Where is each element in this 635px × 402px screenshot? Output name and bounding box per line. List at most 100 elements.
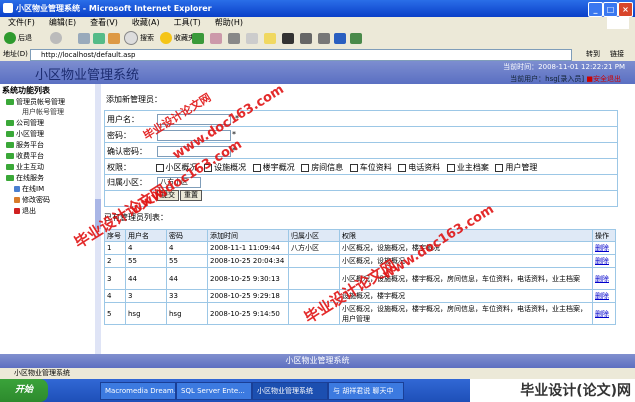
- perm-building[interactable]: 楼宇概况: [252, 163, 295, 172]
- address-input[interactable]: http://localhost/default.asp: [30, 49, 572, 61]
- checkbox[interactable]: [155, 163, 164, 172]
- print-icon[interactable]: [246, 33, 258, 44]
- key-icon: [14, 197, 20, 203]
- cell: 55: [166, 254, 208, 268]
- sidebar-item-service[interactable]: 服务平台: [6, 140, 44, 150]
- menu-edit[interactable]: 编辑(E): [49, 18, 76, 27]
- folder-icon: [6, 99, 14, 105]
- checkbox[interactable]: [495, 163, 504, 172]
- address-label: 地址(D): [3, 50, 28, 58]
- col-action: 操作: [592, 229, 616, 242]
- checkbox[interactable]: [398, 163, 407, 172]
- sidebar-item-exit[interactable]: 退出: [14, 206, 36, 216]
- folder-icon[interactable]: [264, 33, 276, 44]
- current-user: 当前用户：hsg[录入员] ■安全退出: [510, 74, 621, 84]
- current-time: 当前时间：2008-11-01 12:22:21 PM: [503, 63, 625, 71]
- logout-link[interactable]: ■安全退出: [586, 75, 621, 83]
- history-icon[interactable]: [210, 33, 222, 44]
- window-title-bar: 小区物业管理系统 - Microsoft Internet Explorer _…: [0, 0, 635, 17]
- messenger-icon[interactable]: [300, 33, 312, 44]
- brand-banner: 毕业设计(论文)网: [470, 379, 635, 402]
- current-user-label: 当前用户：hsg[录入员]: [510, 75, 585, 83]
- cell: 小区概况，设施概况，楼宇概况，房间信息，车位资料，电话资料，业主档案，用户管理: [339, 302, 593, 325]
- cell: 3: [104, 267, 126, 290]
- media-icon[interactable]: [192, 33, 204, 44]
- address-bar: 地址(D) http://localhost/default.asp 转到 链接: [0, 48, 635, 61]
- cell: 2008-10-25 20:04:34: [207, 254, 289, 268]
- checkbox[interactable]: [252, 163, 261, 172]
- sidebar-item-estate[interactable]: 小区管理: [6, 129, 44, 139]
- delete-link[interactable]: 删除: [595, 310, 609, 318]
- sidebar-item-owner[interactable]: 业主互动: [6, 162, 44, 172]
- checkbox[interactable]: [349, 163, 358, 172]
- qq-icon[interactable]: [350, 33, 362, 44]
- delete-link[interactable]: 删除: [595, 292, 609, 300]
- stop-icon[interactable]: [78, 33, 90, 44]
- folder-icon: [6, 142, 14, 148]
- cell: 4: [104, 289, 126, 303]
- form-title: 添加新管理员：: [106, 95, 162, 104]
- cell: 小区概况，设施概况，楼宇概况: [339, 241, 593, 255]
- minimize-button[interactable]: _: [588, 2, 603, 17]
- perm-user[interactable]: 用户管理: [495, 163, 537, 172]
- sidebar-item-company[interactable]: 公司管理: [6, 118, 44, 128]
- sidebar-item-user-accounts[interactable]: 用户帐号管理: [22, 107, 64, 117]
- maximize-button[interactable]: □: [603, 2, 618, 17]
- forward-button[interactable]: [50, 31, 64, 45]
- menu-file[interactable]: 文件(F): [8, 18, 35, 27]
- window-title: 小区物业管理系统 - Microsoft Internet Explorer: [16, 4, 212, 13]
- folder-icon: [6, 153, 14, 159]
- back-button[interactable]: 后退: [4, 31, 32, 45]
- start-button[interactable]: 开始: [0, 379, 48, 402]
- table-row: 2 55 55 2008-10-25 20:04:34 小区概况，设施概况 删除: [104, 254, 616, 268]
- checkbox[interactable]: [446, 163, 455, 172]
- table-header-row: 序号 用户名 密码 添加时间 归属小区 权限 操作: [104, 229, 616, 242]
- password-label: 密码：: [107, 131, 131, 140]
- research-icon[interactable]: [318, 33, 330, 44]
- go-button[interactable]: 转到: [586, 48, 600, 61]
- cell: 2008-10-25 9:14:50: [207, 302, 289, 325]
- checkbox[interactable]: [301, 163, 310, 172]
- cell: [288, 267, 340, 290]
- sidebar-title: 系统功能列表: [2, 86, 50, 95]
- home-icon[interactable]: [108, 33, 120, 44]
- sidebar-item-password[interactable]: 修改密码: [14, 195, 50, 205]
- reset-button[interactable]: 重置: [180, 190, 202, 201]
- menu-view[interactable]: 查看(V): [90, 18, 118, 27]
- table-row: 1 4 4 2008-11-1 11:09:44 八方小区 小区概况，设施概况，楼宇概况删…: [104, 241, 616, 255]
- cell: 2008-10-25 9:30:13: [207, 267, 289, 290]
- task-ie[interactable]: 小区物业管理系统: [252, 382, 328, 400]
- close-button[interactable]: ×: [618, 2, 633, 17]
- menu-favorites[interactable]: 收藏(A): [132, 18, 160, 27]
- sidebar-item-fees[interactable]: 收费平台: [6, 151, 44, 161]
- menu-tools[interactable]: 工具(T): [174, 18, 201, 27]
- perm-owner[interactable]: 业主档案: [446, 163, 489, 172]
- tool-icon[interactable]: [282, 33, 294, 44]
- cell: 44: [166, 267, 208, 290]
- task-dreamweaver[interactable]: Macromedia Dream...: [100, 382, 176, 400]
- search-button[interactable]: 搜索: [124, 31, 154, 45]
- delete-link[interactable]: 删除: [595, 275, 609, 283]
- links-button[interactable]: 链接: [610, 48, 624, 61]
- delete-link[interactable]: 删除: [595, 257, 609, 265]
- menu-help[interactable]: 帮助(H): [215, 18, 243, 27]
- bluetooth-icon[interactable]: [334, 33, 346, 44]
- col-time: 添加时间: [207, 229, 289, 242]
- perm-parking[interactable]: 车位资料: [349, 163, 392, 172]
- folder-icon: [6, 175, 14, 181]
- system-name: 小区物业管理系统: [35, 68, 140, 83]
- perm-phone[interactable]: 电话资料: [398, 163, 440, 172]
- task-chat[interactable]: 与 胡祥君说 聊天中: [328, 382, 404, 400]
- cell: 设施概况，楼宇概况: [339, 289, 593, 303]
- mail-icon[interactable]: [228, 33, 240, 44]
- favorites-button[interactable]: 收藏夹: [160, 31, 195, 45]
- delete-link[interactable]: 删除: [595, 244, 609, 252]
- refresh-icon[interactable]: [93, 33, 105, 44]
- sidebar-item-admin-accounts[interactable]: 管理员帐号管理: [6, 97, 65, 107]
- cell: 2008-11-1 11:09:44: [207, 241, 289, 255]
- cell: 44: [125, 267, 167, 290]
- task-sql-server[interactable]: SQL Server Ente...: [176, 382, 252, 400]
- sidebar-item-online[interactable]: 在线服务: [6, 173, 44, 183]
- perm-room[interactable]: 房间信息: [301, 163, 343, 172]
- sidebar-item-im[interactable]: 在线IM: [14, 184, 44, 194]
